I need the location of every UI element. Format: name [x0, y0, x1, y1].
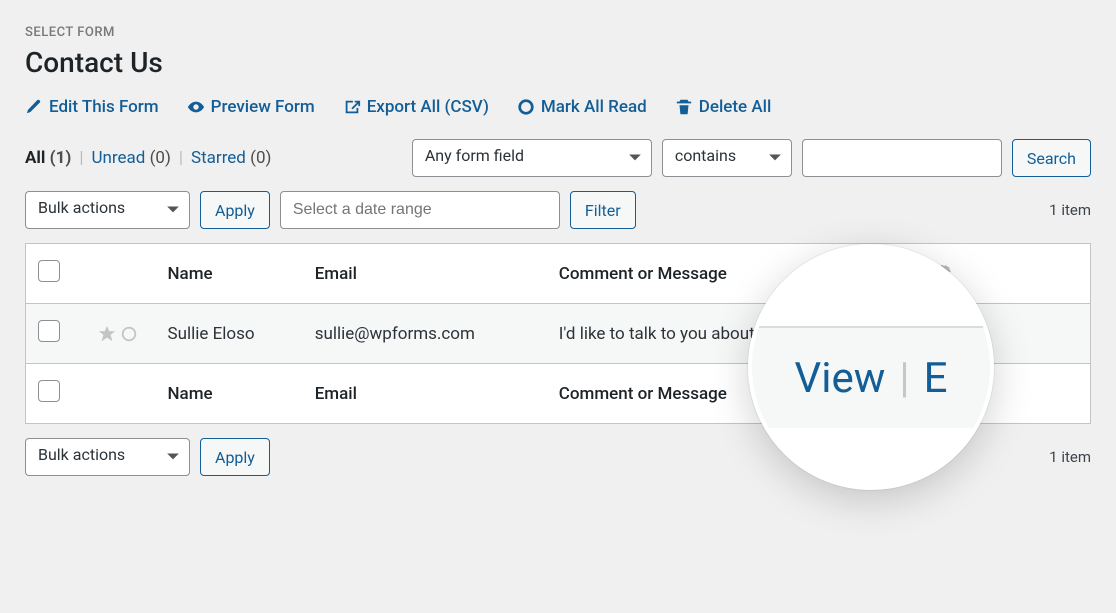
- col-name-foot[interactable]: Name: [156, 364, 303, 424]
- date-range-input[interactable]: [280, 191, 560, 229]
- mark-all-read-link[interactable]: Mark All Read: [517, 97, 647, 117]
- filter-unread[interactable]: Unread (0): [91, 148, 170, 168]
- export-csv-label: Export All (CSV): [367, 97, 489, 117]
- separator: |: [179, 148, 183, 168]
- form-actions-row: Edit This Form Preview Form Export All (…: [25, 97, 1091, 117]
- magnified-view-link[interactable]: View: [795, 354, 886, 403]
- search-button[interactable]: Search: [1012, 139, 1091, 177]
- col-email-foot[interactable]: Email: [303, 364, 547, 424]
- item-count-top: 1 item: [1049, 201, 1091, 219]
- star-icon[interactable]: [98, 325, 116, 343]
- eye-icon: [187, 98, 205, 116]
- col-name[interactable]: Name: [156, 244, 303, 304]
- cell-email: sullie@wpforms.com: [303, 304, 547, 364]
- search-value-input[interactable]: [802, 139, 1002, 177]
- bulk-actions-select[interactable]: Bulk actions: [25, 191, 190, 229]
- item-count-bottom: 1 item: [1049, 448, 1091, 466]
- mark-all-read-label: Mark All Read: [541, 97, 647, 117]
- field-select-wrap: Any form field: [412, 139, 652, 177]
- status-filters: All (1) | Unread (0) | Starred (0): [25, 148, 271, 168]
- pencil-icon: [25, 98, 43, 116]
- filters-row-1: All (1) | Unread (0) | Starred (0) Any f…: [25, 139, 1091, 177]
- delete-all-link[interactable]: Delete All: [675, 97, 772, 117]
- trash-icon: [675, 98, 693, 116]
- bulk-actions-wrap: Bulk actions: [25, 191, 190, 229]
- circle-icon: [517, 98, 535, 116]
- delete-all-label: Delete All: [699, 97, 772, 117]
- select-all-checkbox-bottom[interactable]: [38, 380, 60, 402]
- page-title: Contact Us: [25, 46, 1091, 79]
- read-indicator-icon[interactable]: [120, 325, 138, 343]
- filter-button[interactable]: Filter: [570, 191, 636, 229]
- apply-button-bottom[interactable]: Apply: [200, 438, 270, 476]
- filters-row-2: Bulk actions Apply Filter 1 item: [25, 191, 1091, 229]
- separator: |: [899, 354, 909, 403]
- edit-form-label: Edit This Form: [49, 97, 159, 117]
- edit-form-link[interactable]: Edit This Form: [25, 97, 159, 117]
- select-form-label: SELECT FORM: [25, 25, 1091, 40]
- operator-select-wrap: contains: [662, 139, 792, 177]
- cell-name: Sullie Eloso: [156, 304, 303, 364]
- export-icon: [343, 98, 361, 116]
- bulk-actions-bottom-wrap: Bulk actions: [25, 438, 190, 476]
- magnifier-callout: View | E: [748, 244, 994, 490]
- col-email[interactable]: Email: [303, 244, 547, 304]
- bulk-actions-select-bottom[interactable]: Bulk actions: [25, 438, 190, 476]
- select-all-checkbox[interactable]: [38, 260, 60, 282]
- field-select[interactable]: Any form field: [412, 139, 652, 177]
- row-checkbox[interactable]: [38, 320, 60, 342]
- preview-form-link[interactable]: Preview Form: [187, 97, 315, 117]
- export-csv-link[interactable]: Export All (CSV): [343, 97, 489, 117]
- preview-form-label: Preview Form: [211, 97, 315, 117]
- separator: |: [79, 148, 83, 168]
- filter-starred[interactable]: Starred (0): [191, 148, 271, 168]
- filter-all[interactable]: All (1): [25, 148, 71, 168]
- operator-select[interactable]: contains: [662, 139, 792, 177]
- magnified-edit-link[interactable]: E: [924, 354, 948, 403]
- apply-button[interactable]: Apply: [200, 191, 270, 229]
